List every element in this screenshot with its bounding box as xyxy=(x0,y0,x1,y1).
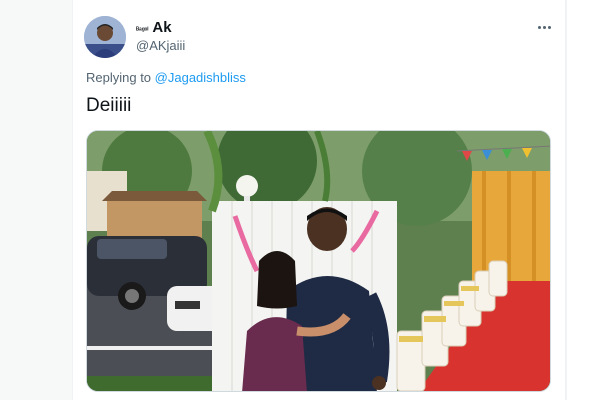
author-name-row[interactable]: ᴮᵃᵍᵒˡ Ak xyxy=(136,19,172,36)
tweet-text: Deiiiii xyxy=(86,95,132,116)
replying-to-label: Replying to xyxy=(86,70,152,85)
replying-to-mention[interactable]: @Jagadishbliss xyxy=(155,70,246,85)
photo-image xyxy=(87,131,550,391)
author-name-prefix: ᴮᵃᵍᵒˡ xyxy=(136,27,149,34)
author-display-name[interactable]: Ak xyxy=(152,19,171,36)
avatar-image xyxy=(84,16,126,58)
tweet-media-photo[interactable] xyxy=(86,130,551,392)
more-horizontal-icon[interactable] xyxy=(534,21,554,33)
author-avatar[interactable] xyxy=(84,16,126,58)
right-edge-panel xyxy=(566,0,600,400)
author-handle[interactable]: @AKjaiii xyxy=(136,38,185,53)
replying-to-line: Replying to @Jagadishbliss xyxy=(86,70,246,85)
